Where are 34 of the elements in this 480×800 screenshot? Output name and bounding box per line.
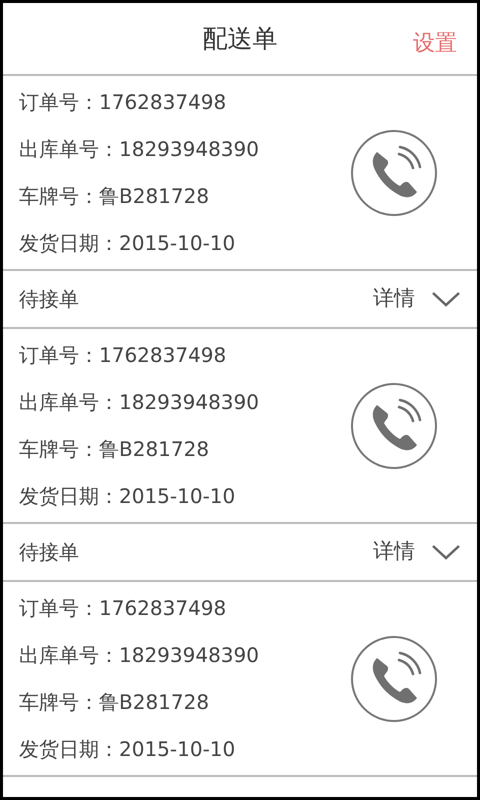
field-label: 出库单号： — [19, 642, 119, 668]
page-title: 配送单 — [202, 22, 278, 55]
chevron-down-icon[interactable] — [431, 290, 461, 308]
details-link[interactable]: 详情 — [373, 536, 415, 568]
phone-call-icon[interactable] — [349, 380, 439, 470]
field-label: 车牌号： — [19, 436, 99, 462]
status-label: 待接单 — [19, 286, 79, 313]
field-value: 2015-10-10 — [119, 736, 236, 762]
field-label: 发货日期： — [19, 482, 119, 510]
field-value: 鲁B281728 — [99, 436, 210, 462]
field-label: 订单号： — [19, 342, 99, 368]
field-value: 2015-10-10 — [119, 230, 236, 256]
field-value: 18293948390 — [119, 136, 259, 162]
field-label: 车牌号： — [19, 688, 99, 716]
phone-call-icon[interactable] — [349, 634, 439, 724]
field-value: 18293948390 — [119, 388, 259, 416]
field-value: 鲁B281728 — [99, 182, 210, 210]
field-value: 1762837498 — [99, 594, 226, 622]
field-label: 出库单号： — [19, 136, 119, 162]
chevron-down-icon[interactable] — [431, 543, 461, 561]
status-label: 待接单 — [19, 539, 79, 566]
field-label: 发货日期： — [19, 230, 119, 256]
field-label: 出库单号： — [19, 388, 119, 416]
field-value: 18293948390 — [119, 642, 259, 668]
field-label: 发货日期： — [19, 736, 119, 762]
field-label: 订单号： — [19, 594, 99, 622]
field-value: 1762837498 — [99, 342, 226, 368]
field-label: 车牌号： — [19, 182, 99, 210]
phone-call-icon[interactable] — [349, 128, 439, 218]
field-label: 订单号： — [19, 88, 99, 116]
field-value: 2015-10-10 — [119, 482, 236, 510]
field-value: 1762837498 — [99, 88, 226, 116]
details-link[interactable]: 详情 — [373, 283, 415, 315]
field-value: 鲁B281728 — [99, 688, 210, 716]
